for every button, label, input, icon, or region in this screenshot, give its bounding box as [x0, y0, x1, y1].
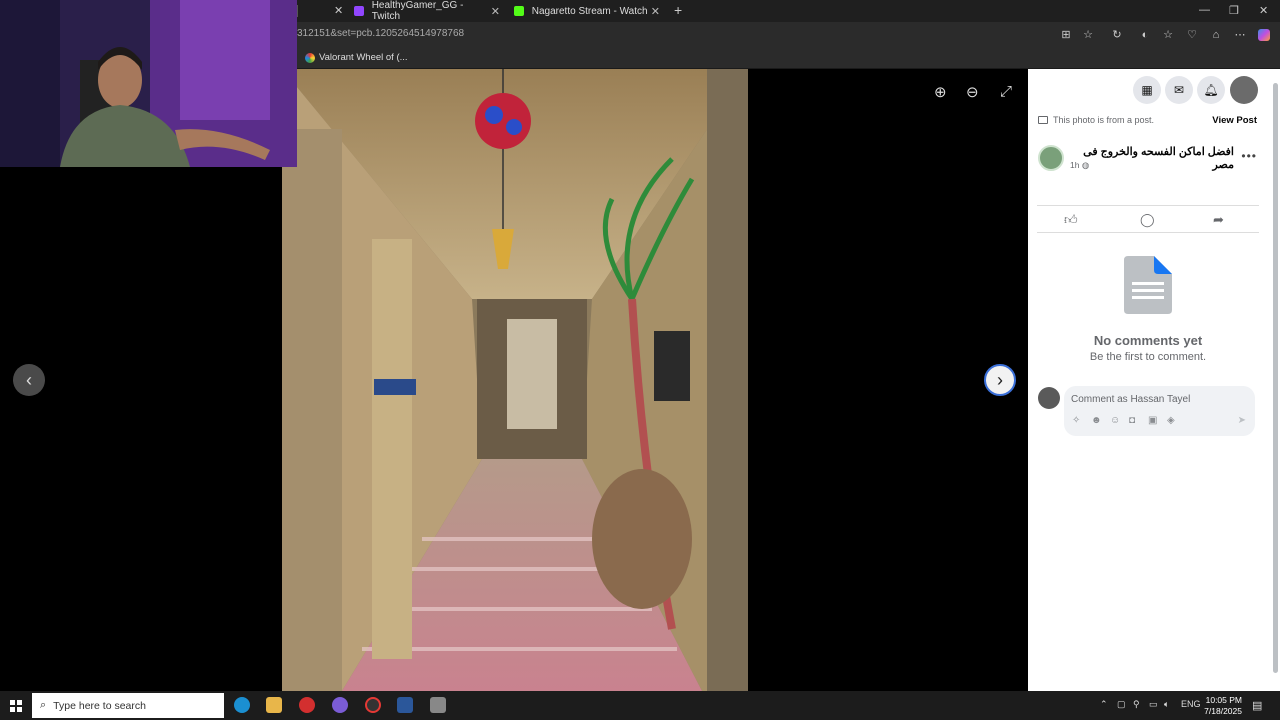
taskbar-search-box[interactable]: ⌕ Type here to search — [32, 693, 224, 718]
windows-taskbar: ⌕ Type here to search ⌃ ▢ ⚲ ▭ 🔈︎ ENG 10:… — [0, 691, 1280, 720]
taskbar-clock[interactable]: 10:05 PM 7/18/2025 — [1204, 695, 1242, 717]
word-icon[interactable] — [397, 697, 413, 713]
fullscreen-icon[interactable]: ⤢ — [1000, 83, 1012, 100]
share-icon[interactable]: ➦ — [1213, 212, 1224, 228]
tab-twitch[interactable]: HealthyGamer_GG - Twitch ✕ — [348, 0, 506, 22]
profile-avatar[interactable] — [1230, 76, 1258, 104]
close-icon[interactable]: ✕ — [491, 5, 500, 18]
app-red-icon[interactable] — [299, 697, 315, 713]
post-side-panel: ▦ ✉ 🔔︎ This photo is from a post. View P… — [1028, 69, 1280, 691]
bookmark-valorant-wheel[interactable]: Valorant Wheel of (... — [305, 52, 408, 63]
avatar-sticker-icon[interactable]: ✧ — [1072, 415, 1080, 426]
webcam-overlay — [0, 0, 297, 167]
previous-photo-button[interactable]: ‹ — [13, 364, 45, 396]
app-grey-icon[interactable] — [430, 697, 446, 713]
comment-input[interactable] — [1071, 391, 1246, 407]
post-photo — [282, 69, 748, 691]
send-icon[interactable]: ➤ — [1238, 415, 1246, 426]
comment-composer[interactable]: ✧ ☻ ☺ ◘ ▣ ◈ ➤ — [1064, 386, 1255, 436]
post-actions: 👍︎ ◯ ➦ — [1037, 205, 1259, 233]
windows-start-icon[interactable] — [10, 700, 22, 712]
no-comments-subtitle: Be the first to comment. — [1089, 351, 1207, 363]
tab-title: Nagaretto Stream - Watch Live o — [531, 5, 651, 17]
volume-icon[interactable]: 🔈︎ — [1164, 699, 1169, 710]
post-time-text: 1h — [1070, 160, 1080, 170]
clock-time: 10:05 PM — [1205, 695, 1242, 705]
twitch-icon — [354, 6, 364, 16]
wheel-icon — [305, 52, 315, 63]
no-comments-title: No comments yet — [1093, 333, 1203, 348]
extension-icon[interactable]: ◐ — [1139, 29, 1151, 41]
zoom-out-icon[interactable]: ⊖ — [966, 83, 979, 101]
search-icon: ⌕ — [40, 699, 47, 711]
sticker-icon[interactable]: ◈ — [1167, 415, 1175, 426]
edge-icon[interactable] — [234, 697, 250, 713]
app-purple-icon[interactable] — [332, 697, 348, 713]
page-avatar[interactable] — [1038, 145, 1064, 171]
favorites-icon[interactable]: ☆ — [1162, 29, 1174, 41]
bookmark-label: Valorant Wheel of (... — [319, 52, 408, 63]
close-icon[interactable]: ✕ — [651, 5, 660, 18]
view-post-link[interactable]: View Post — [1212, 115, 1257, 126]
from-post-text: This photo is from a post. — [1053, 115, 1155, 125]
window-close-icon[interactable]: ✕ — [1259, 4, 1268, 17]
search-placeholder: Type here to search — [53, 699, 146, 712]
url-field[interactable]: 312151&set=pcb.1205264514978768 — [297, 28, 464, 39]
notification-center-icon[interactable]: ▤ — [1252, 699, 1262, 712]
emoji-sticker-icon[interactable]: ☻ — [1091, 415, 1102, 426]
post-icon — [1038, 116, 1048, 124]
more-menu-icon[interactable]: ⋯ — [1234, 29, 1246, 41]
copilot-icon[interactable] — [1258, 29, 1270, 41]
refresh-icon[interactable]: ↻ — [1111, 29, 1123, 41]
app-available-icon[interactable]: ⊞ — [1060, 29, 1072, 41]
emoji-icon[interactable]: ☺ — [1110, 415, 1120, 426]
tab-close-icon[interactable]: ✕ — [334, 4, 343, 17]
like-icon[interactable]: 👍︎ — [1064, 212, 1078, 228]
panel-scrollbar[interactable] — [1273, 83, 1278, 673]
restore-icon[interactable]: ❐ — [1229, 4, 1239, 17]
collections-icon[interactable]: ⌂ — [1210, 29, 1222, 41]
menu-grid-icon[interactable]: ▦ — [1133, 76, 1161, 104]
gif-icon[interactable]: ▣ — [1148, 415, 1157, 426]
obs-icon[interactable] — [365, 697, 381, 713]
comment-icon[interactable]: ◯ — [1140, 212, 1155, 228]
next-photo-button[interactable]: › — [984, 364, 1016, 396]
file-explorer-icon[interactable] — [266, 697, 282, 713]
tray-overflow-icon[interactable]: ⌃ — [1100, 699, 1108, 710]
language-indicator[interactable]: ENG — [1181, 699, 1201, 709]
tab-title: HealthyGamer_GG - Twitch — [371, 0, 464, 22]
microphone-icon[interactable]: ⚲ — [1133, 699, 1140, 710]
favorite-star-icon[interactable]: ☆ — [1082, 29, 1094, 41]
network-icon[interactable]: ▭ — [1149, 699, 1158, 710]
document-icon — [1124, 256, 1172, 314]
post-time: 1h ◍ — [1070, 160, 1089, 171]
camera-icon[interactable]: ◘ — [1129, 415, 1135, 426]
tray-app-icon[interactable]: ▢ — [1117, 699, 1126, 710]
more-options-icon[interactable]: ••• — [1241, 149, 1257, 163]
clock-date: 7/18/2025 — [1204, 706, 1242, 716]
my-avatar — [1038, 387, 1060, 409]
kick-icon — [514, 6, 524, 16]
zoom-in-icon[interactable]: ⊕ — [934, 83, 947, 101]
minimize-icon[interactable]: — — [1199, 4, 1210, 16]
browser-essentials-icon[interactable]: ♡ — [1186, 29, 1198, 41]
from-post-note: This photo is from a post. — [1038, 115, 1154, 125]
post-title[interactable]: افضل اماكن الفسحه والخروج فى مصر — [1076, 145, 1234, 171]
notifications-bell-icon[interactable]: 🔔︎ — [1197, 76, 1225, 104]
globe-icon: ◍ — [1081, 160, 1090, 170]
screen: ✕ HealthyGamer_GG - Twitch ✕ Nagaretto S… — [0, 0, 1280, 720]
messenger-icon[interactable]: ✉ — [1165, 76, 1193, 104]
new-tab-button[interactable]: + — [674, 2, 682, 18]
tab-kick[interactable]: Nagaretto Stream - Watch Live o ✕ — [508, 2, 666, 20]
